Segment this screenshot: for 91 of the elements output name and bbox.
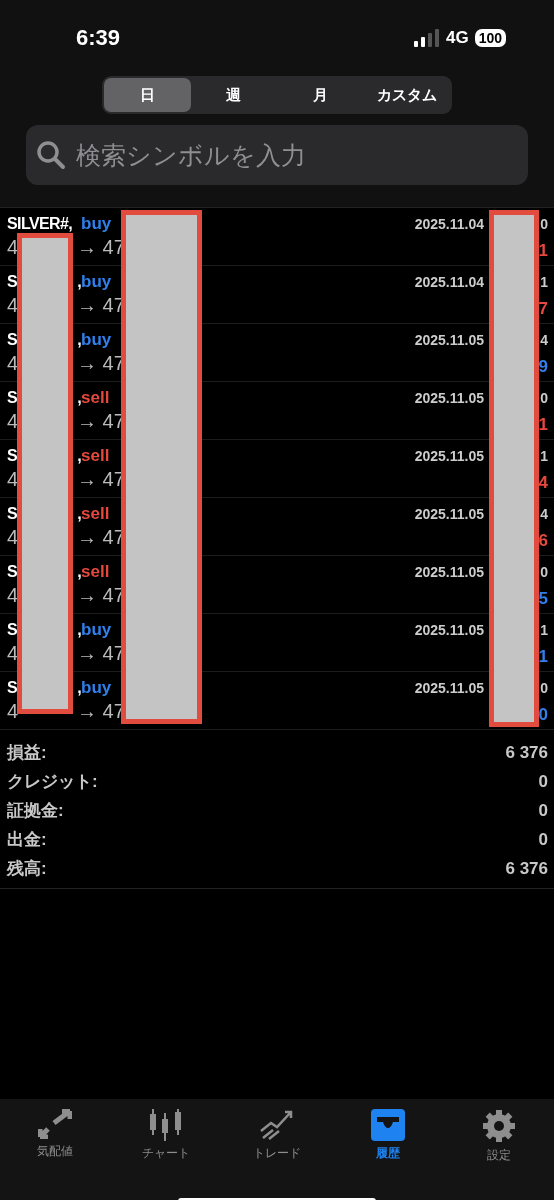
tab-bar-item[interactable]: チャート bbox=[110, 1109, 222, 1164]
deal-symbol: , bbox=[77, 273, 81, 291]
deal-profit: 7 bbox=[538, 299, 548, 319]
deal-symbol: , bbox=[77, 505, 81, 523]
summary-label: 損益: bbox=[7, 742, 47, 764]
period-tab[interactable]: 月 bbox=[277, 78, 364, 112]
deal-type: sell bbox=[81, 446, 110, 466]
deal-symbol: S bbox=[7, 679, 18, 697]
deal-type: sell bbox=[81, 388, 110, 408]
search-field[interactable]: 検索シンボルを入力 bbox=[26, 125, 528, 185]
deal-symbol: S bbox=[7, 273, 18, 291]
deal-type: buy bbox=[81, 272, 112, 292]
deal-symbol: S bbox=[7, 563, 18, 581]
open-price: 4 bbox=[7, 468, 20, 491]
deal-time: 0 bbox=[540, 390, 548, 406]
deal-symbol: , bbox=[77, 389, 81, 407]
deal-symbol: S bbox=[7, 505, 18, 523]
deal-date: 2025.11.05 bbox=[414, 447, 484, 466]
deal-profit: 1 bbox=[538, 415, 548, 435]
deal-time: 4 bbox=[540, 332, 548, 348]
deal-profit: 1 bbox=[538, 241, 548, 261]
summary-label: 証拠金: bbox=[7, 800, 64, 822]
settings-icon bbox=[481, 1109, 516, 1143]
open-price: 4 bbox=[7, 526, 20, 549]
open-price: 4 bbox=[7, 584, 20, 607]
deal-profit: 9 bbox=[538, 357, 548, 377]
signal-icon bbox=[413, 29, 440, 47]
period-tab[interactable]: カスタム bbox=[363, 78, 450, 112]
deal-time: 4 bbox=[540, 506, 548, 522]
network-label: 4G bbox=[445, 28, 469, 48]
deal-type: buy bbox=[81, 678, 112, 698]
open-price: 4 bbox=[7, 294, 20, 317]
deal-time: 0 bbox=[540, 216, 548, 232]
deal-symbol: S bbox=[7, 389, 18, 407]
deal-date: 2025.11.05 bbox=[414, 505, 484, 524]
summary-value: 0 bbox=[538, 829, 548, 850]
open-price: 4 bbox=[7, 410, 20, 433]
deal-type: sell bbox=[81, 562, 110, 582]
tab-bar-item[interactable]: 履歴 bbox=[332, 1109, 444, 1164]
tab-bar-item[interactable]: トレード bbox=[221, 1109, 333, 1164]
deal-symbol: , bbox=[77, 331, 81, 349]
tab-bar-item[interactable]: 設定 bbox=[443, 1109, 554, 1164]
deal-time: 1 bbox=[540, 274, 548, 290]
deal-time: 0 bbox=[540, 564, 548, 580]
summary-value: 6 376 bbox=[505, 858, 548, 879]
summary-label: 出金: bbox=[7, 829, 47, 851]
deal-time: 1 bbox=[540, 448, 548, 464]
deal-date: 2025.11.05 bbox=[414, 679, 484, 698]
inbox-icon bbox=[369, 1109, 406, 1141]
deal-time: 0 bbox=[540, 680, 548, 696]
deal-symbol: S bbox=[7, 331, 18, 349]
open-price: 4 bbox=[7, 352, 20, 375]
summary-value: 6 376 bbox=[505, 742, 548, 763]
deal-type: buy bbox=[81, 330, 112, 350]
deal-symbol: , bbox=[77, 563, 81, 581]
period-tab[interactable]: 日 bbox=[104, 78, 191, 112]
deal-type: sell bbox=[81, 504, 110, 524]
summary-label: 残高: bbox=[7, 858, 47, 880]
deal-date: 2025.11.04 bbox=[414, 215, 484, 234]
deal-symbol: S bbox=[7, 447, 18, 465]
deal-symbol: SILVER#, bbox=[7, 215, 73, 233]
deal-date: 2025.11.05 bbox=[414, 331, 484, 350]
deal-profit: 5 bbox=[538, 589, 548, 609]
deal-date: 2025.11.04 bbox=[414, 273, 484, 292]
search-icon bbox=[36, 140, 66, 170]
deal-date: 2025.11.05 bbox=[414, 621, 484, 640]
status-time: 6:39 bbox=[76, 25, 121, 51]
arrows-icon bbox=[38, 1109, 73, 1139]
deal-symbol: S bbox=[7, 621, 18, 639]
summary-label: クレジット: bbox=[7, 771, 98, 793]
deal-date: 2025.11.05 bbox=[414, 563, 484, 582]
trend-lines-icon bbox=[259, 1109, 295, 1141]
battery-indicator: 100 bbox=[474, 29, 506, 47]
deal-symbol: , bbox=[77, 679, 81, 697]
deal-profit: 1 bbox=[538, 647, 548, 667]
deal-profit: 6 bbox=[538, 531, 548, 551]
deal-type: buy bbox=[81, 620, 112, 640]
deal-time: 1 bbox=[540, 622, 548, 638]
period-tab[interactable]: 週 bbox=[190, 78, 277, 112]
open-price: 4 bbox=[7, 642, 20, 665]
deal-profit: 4 bbox=[538, 473, 548, 493]
deal-type: buy bbox=[81, 214, 112, 234]
deal-profit: 0 bbox=[538, 705, 548, 725]
summary-value: 0 bbox=[538, 771, 548, 792]
open-price: 4 bbox=[7, 700, 20, 723]
summary-value: 0 bbox=[538, 800, 548, 821]
open-price: 4 bbox=[7, 236, 20, 259]
deal-symbol: , bbox=[77, 621, 81, 639]
tab-bar-item[interactable]: 気配値 bbox=[0, 1109, 111, 1164]
deal-date: 2025.11.05 bbox=[414, 389, 484, 408]
deal-symbol: , bbox=[77, 447, 81, 465]
